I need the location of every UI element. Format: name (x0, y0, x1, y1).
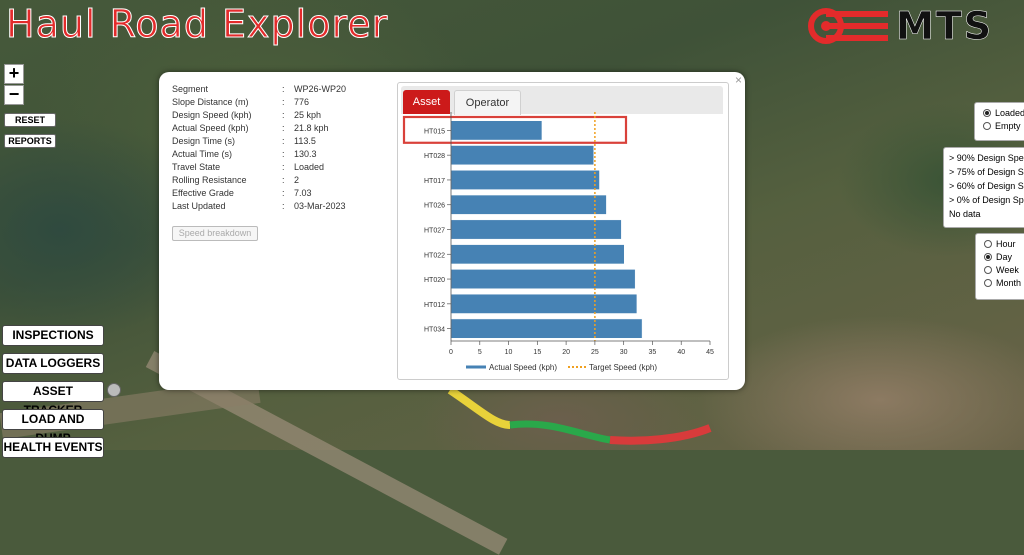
info-row: Actual Time (s): 130.3 (172, 149, 317, 159)
x-tick-label: 35 (649, 349, 657, 356)
hour-label: Hour (996, 238, 1016, 249)
legend-item: > 60% of Design Speed (949, 181, 1024, 191)
day-radio[interactable] (984, 252, 992, 261)
bar (450, 145, 594, 166)
x-tick-label: 30 (620, 349, 628, 356)
x-tick-label: 25 (591, 349, 599, 356)
month-radio[interactable] (984, 278, 992, 287)
y-tick-label: HT034 (424, 327, 445, 334)
reports-button[interactable]: REPORTS (4, 134, 56, 148)
bar (450, 120, 543, 141)
bar (450, 269, 636, 289)
asset-tracker-toggle[interactable] (107, 383, 121, 397)
info-row: Travel State: Loaded (172, 162, 325, 172)
y-tick-label: HT022 (424, 252, 445, 259)
x-tick-label: 15 (533, 349, 541, 356)
segment-info-table: Segment: WP26-WP20 Slope Distance (m): 7… (172, 83, 346, 213)
reset-button[interactable]: RESET (4, 113, 56, 127)
y-tick-label: HT015 (424, 128, 445, 135)
inspections-button[interactable]: INSPECTIONS (2, 325, 104, 346)
x-tick-label: 10 (505, 349, 513, 356)
y-tick-label: HT012 (424, 302, 445, 309)
legend-label: Actual Speed (kph) (489, 363, 557, 372)
bar (450, 244, 625, 265)
asset-speed-chart: HT015 HT028 HT017 HT026 HT027 HT022 HT020 HT012… (402, 112, 714, 372)
x-tick-label: 45 (706, 349, 714, 356)
chart-panel: Asset Operator HT015 HT028 HT017 HT026 HT027… (397, 82, 729, 380)
empty-option[interactable]: Empty (983, 119, 1024, 132)
loaded-radio[interactable] (983, 108, 991, 117)
info-row: Rolling Resistance: 2 (172, 175, 300, 185)
loaded-option[interactable]: Loaded (983, 106, 1024, 119)
y-tick-label: HT028 (424, 153, 445, 160)
y-tick-label: HT017 (424, 178, 445, 185)
mts-logo-icon (808, 8, 888, 44)
week-radio[interactable] (984, 265, 992, 274)
hour-radio[interactable] (984, 239, 992, 248)
y-tick-label: HT026 (424, 203, 445, 210)
speed-breakdown-button[interactable]: Speed breakdown (172, 226, 258, 241)
zoom-in-button[interactable]: + (4, 64, 24, 84)
week-option[interactable]: Week (984, 263, 1024, 276)
travel-state-filter: Loaded Empty (974, 102, 1024, 141)
info-row: Actual Speed (kph): 21.8 kph (172, 123, 329, 133)
bar (450, 219, 622, 240)
info-row: Last Updated: 03-Mar-2023 (172, 201, 346, 211)
info-row: Slope Distance (m): 776 (172, 97, 310, 107)
empty-radio[interactable] (983, 121, 991, 130)
legend-item: No data (949, 209, 981, 219)
speed-legend: > 90% Design Speed > 75% of Design Speed… (943, 147, 1024, 228)
segment-popup: × Segment: WP26-WP20 Slope Distance (m):… (159, 72, 745, 390)
data-loggers-button[interactable]: DATA LOGGERS (2, 353, 104, 374)
x-tick-label: 20 (562, 349, 570, 356)
info-row: Design Time (s): 113.5 (172, 136, 316, 146)
y-tick-label: HT027 (424, 228, 445, 235)
asset-tracker-button[interactable]: ASSET TRACKER (2, 381, 104, 417)
legend-item: > 0% of Design Speed (949, 195, 1024, 205)
brand-name: MTS (896, 4, 994, 49)
bar (450, 170, 600, 190)
bar (450, 194, 607, 215)
hour-option[interactable]: Hour (984, 237, 1024, 250)
legend-item: > 75% of Design Speed (949, 167, 1024, 177)
info-row: Segment: WP26-WP20 (172, 84, 347, 94)
close-icon[interactable]: × (735, 73, 742, 87)
week-label: Week (996, 264, 1019, 275)
bar (450, 293, 638, 314)
y-tick-label: HT020 (424, 277, 445, 284)
loaded-label: Loaded (995, 107, 1024, 118)
x-tick-label: 5 (478, 349, 482, 356)
info-row: Design Speed (kph): 25 kph (172, 110, 322, 120)
health-events-button[interactable]: HEALTH EVENTS (2, 437, 104, 458)
x-tick-label: 40 (677, 349, 685, 356)
brand-logo: MTS (804, 4, 993, 48)
info-row: Effective Grade: 7.03 (172, 188, 312, 198)
month-label: Month (996, 277, 1022, 288)
load-and-dump-button[interactable]: LOAD AND DUMP (2, 409, 104, 445)
period-filter: Hour Day Week Month (975, 233, 1024, 300)
day-label: Day (996, 251, 1013, 262)
legend-label: Target Speed (kph) (589, 363, 657, 372)
empty-label: Empty (995, 120, 1021, 131)
month-option[interactable]: Month (984, 276, 1024, 289)
road-segment-overlay[interactable] (440, 380, 740, 450)
app-title: Haul Road Explorer (5, 2, 389, 47)
zoom-out-button[interactable]: − (4, 85, 24, 105)
legend-item: > 90% Design Speed (949, 153, 1024, 163)
day-option[interactable]: Day (984, 250, 1024, 263)
bar (450, 318, 643, 339)
x-tick-label: 0 (449, 349, 453, 356)
